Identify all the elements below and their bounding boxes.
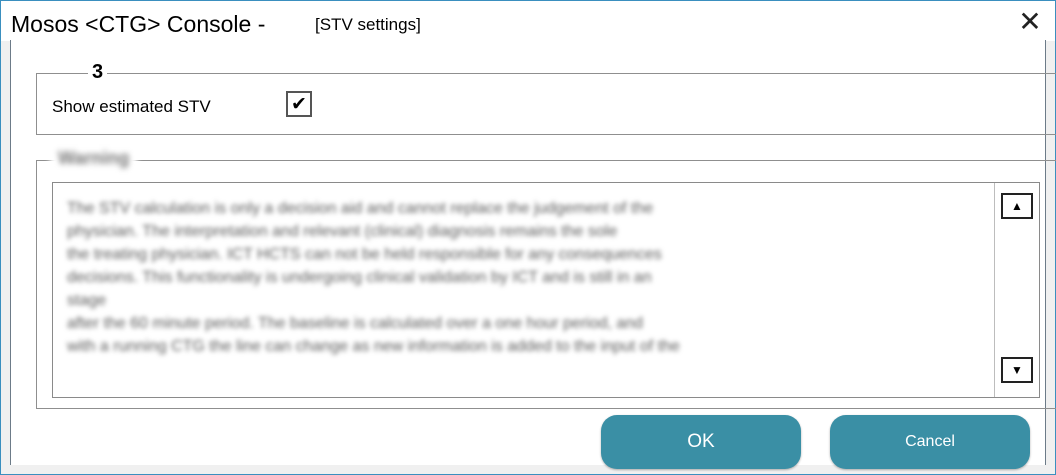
checkmark-icon: ✔ [291, 93, 307, 115]
show-estimated-stv-label: Show estimated STV [52, 97, 211, 116]
window-title: Mosos <CTG> Console - [11, 11, 266, 37]
window-subtitle: [STV settings] [315, 15, 421, 34]
disclaimer-line: The STV calculation is only a decision a… [67, 200, 654, 217]
show-estimated-stv-checkbox[interactable]: ✔ [286, 91, 312, 117]
title-bar: Mosos <CTG> Console - [STV settings] ✕ [1, 1, 1055, 41]
cancel-button[interactable]: Cancel [830, 415, 1030, 469]
disclaimer-textbox[interactable]: The STV calculation is only a decision a… [52, 182, 1040, 398]
ok-button[interactable]: OK [601, 415, 801, 469]
close-button[interactable]: ✕ [1005, 3, 1055, 39]
disclaimer-line: decisions. This functionality is undergo… [67, 269, 652, 286]
disclaimer-group-legend: Warning [50, 148, 138, 169]
disclaimer-line: physician. The interpretation and releva… [67, 223, 618, 240]
vertical-scrollbar[interactable]: ▲ ▼ [994, 183, 1039, 397]
disclaimer-line: after the 60 minute period. The baseline… [67, 315, 644, 332]
arrow-up-icon: ▲ [1011, 199, 1023, 213]
scroll-down-button[interactable]: ▼ [1001, 357, 1033, 383]
close-icon: ✕ [1018, 5, 1042, 37]
disclaimer-line: the treating physician. ICT HCTS can not… [67, 246, 662, 263]
disclaimer-line: stage [67, 292, 107, 309]
estimated-stv-group-legend: 3 [88, 61, 108, 84]
disclaimer-line: with a running CTG the line can change a… [67, 338, 680, 355]
disclaimer-text: The STV calculation is only a decision a… [67, 197, 987, 358]
scroll-up-button[interactable]: ▲ [1001, 193, 1033, 219]
arrow-down-icon: ▼ [1011, 363, 1023, 377]
